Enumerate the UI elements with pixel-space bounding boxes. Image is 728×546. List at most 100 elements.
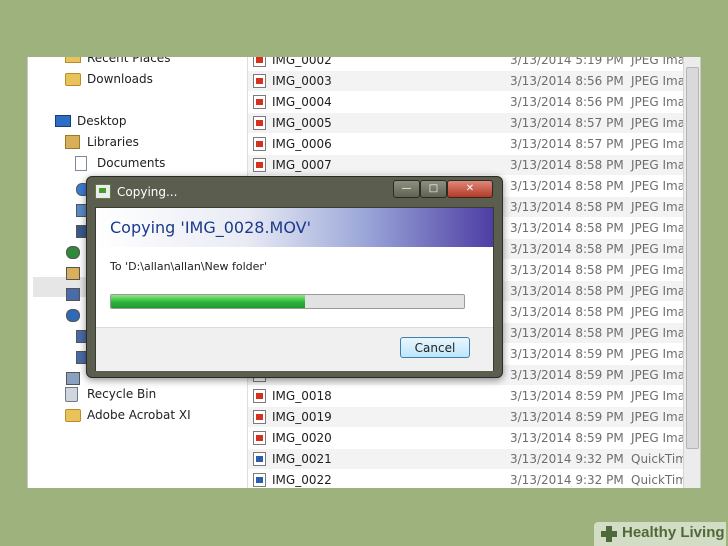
file-type: JPEG Imag — [631, 74, 684, 88]
file-name: IMG_0018 — [272, 389, 332, 403]
health-cross-icon — [601, 526, 617, 542]
file-type: JPEG Imag — [631, 137, 684, 151]
nav-item-label: Desktop — [77, 114, 127, 128]
nav-item-label: Adobe Acrobat XI — [87, 408, 191, 422]
jpeg-file-icon — [253, 57, 266, 67]
minimize-icon: — — [401, 183, 412, 194]
destination-text: To 'D:\allan\allan\New folder' — [110, 260, 267, 273]
file-date: 3/13/2014 9:32 PM — [510, 473, 624, 487]
file-type: JPEG Imag — [631, 431, 684, 445]
copy-dialog-icon — [95, 184, 111, 199]
file-date: 3/13/2014 8:59 PM — [510, 347, 624, 361]
control-panel-icon — [66, 372, 80, 385]
copying-heading: Copying 'IMG_0028.MOV' — [110, 218, 311, 237]
computer-icon — [66, 288, 80, 301]
file-date: 3/13/2014 8:56 PM — [510, 95, 624, 109]
close-icon: ✕ — [465, 183, 475, 194]
file-name: IMG_0007 — [272, 158, 332, 172]
file-date: 3/13/2014 8:58 PM — [510, 242, 624, 256]
homegroup-icon — [66, 246, 80, 259]
watermark: Healthy Living — [594, 522, 726, 546]
user-folder-icon — [66, 267, 80, 280]
file-type: JPEG Imag — [631, 389, 684, 403]
dialog-footer: Cancel — [96, 327, 493, 371]
file-name: IMG_0004 — [272, 95, 332, 109]
file-name: IMG_0020 — [272, 431, 332, 445]
jpeg-file-icon — [253, 74, 266, 88]
jpeg-file-icon — [253, 137, 266, 151]
jpeg-file-icon — [253, 158, 266, 172]
minimize-button[interactable]: — — [393, 180, 420, 198]
file-name: IMG_0005 — [272, 116, 332, 130]
maximize-button[interactable]: □ — [420, 180, 447, 198]
table-row[interactable]: IMG_0007 3/13/2014 8:58 PM JPEG Imag — [248, 155, 684, 175]
file-type: JPEG Imag — [631, 326, 684, 340]
jpeg-file-icon — [253, 431, 266, 445]
recycle-bin-icon — [65, 387, 78, 402]
file-date: 3/13/2014 8:59 PM — [510, 389, 624, 403]
file-type: JPEG Imag — [631, 305, 684, 319]
table-row[interactable]: IMG_0021 3/13/2014 9:32 PM QuickTim — [248, 449, 684, 469]
file-date: 3/13/2014 8:59 PM — [510, 431, 624, 445]
maximize-icon: □ — [428, 183, 439, 194]
libraries-icon — [65, 135, 80, 149]
file-type: JPEG Imag — [631, 347, 684, 361]
table-row[interactable]: IMG_0020 3/13/2014 8:59 PM JPEG Imag — [248, 428, 684, 448]
file-type: JPEG Imag — [631, 57, 684, 67]
table-row[interactable]: IMG_0018 3/13/2014 8:59 PM JPEG Imag — [248, 386, 684, 406]
scrollbar-thumb[interactable] — [686, 67, 699, 449]
file-date: 3/13/2014 8:58 PM — [510, 263, 624, 277]
nav-item-label: Downloads — [87, 72, 153, 86]
file-name: IMG_0021 — [272, 452, 332, 466]
file-name: IMG_0019 — [272, 410, 332, 424]
nav-item-label: Recent Places — [87, 57, 171, 65]
network-icon — [66, 309, 80, 322]
table-row[interactable]: IMG_0004 3/13/2014 8:56 PM JPEG Imag — [248, 92, 684, 112]
nav-item-label: Documents — [97, 156, 166, 170]
file-type: JPEG Imag — [631, 410, 684, 424]
table-row[interactable]: IMG_0002 3/13/2014 5:19 PM JPEG Imag — [248, 57, 684, 70]
file-type: JPEG Imag — [631, 158, 684, 172]
file-type: JPEG Imag — [631, 116, 684, 130]
file-date: 3/13/2014 8:59 PM — [510, 410, 624, 424]
jpeg-file-icon — [253, 116, 266, 130]
copy-progress-dialog: Copying... — □ ✕ Copying 'IMG_0028.MOV' … — [86, 176, 503, 378]
file-date: 3/13/2014 5:19 PM — [510, 57, 624, 67]
folder-icon — [65, 409, 81, 422]
file-name: IMG_0002 — [272, 57, 332, 67]
file-date: 3/13/2014 8:57 PM — [510, 116, 624, 130]
file-name: IMG_0003 — [272, 74, 332, 88]
vertical-scrollbar[interactable] — [683, 57, 700, 488]
recent-places-icon — [65, 57, 81, 63]
cancel-button[interactable]: Cancel — [400, 337, 470, 358]
file-name: IMG_0006 — [272, 137, 332, 151]
table-row[interactable]: IMG_0022 3/13/2014 9:32 PM QuickTim — [248, 470, 684, 488]
file-date: 3/13/2014 8:58 PM — [510, 326, 624, 340]
file-type: JPEG Imag — [631, 284, 684, 298]
file-name: IMG_0022 — [272, 473, 332, 487]
nav-item-label: Libraries — [87, 135, 139, 149]
file-date: 3/13/2014 8:58 PM — [510, 179, 624, 193]
file-type: QuickTim — [631, 452, 684, 466]
jpeg-file-icon — [253, 95, 266, 109]
file-date: 3/13/2014 8:58 PM — [510, 158, 624, 172]
file-date: 3/13/2014 9:32 PM — [510, 452, 624, 466]
file-type: QuickTim — [631, 473, 684, 487]
downloads-folder-icon — [65, 73, 81, 86]
dialog-content: To 'D:\allan\allan\New folder' — [96, 247, 493, 327]
table-row[interactable]: IMG_0006 3/13/2014 8:57 PM JPEG Imag — [248, 134, 684, 154]
table-row[interactable]: IMG_0019 3/13/2014 8:59 PM JPEG Imag — [248, 407, 684, 427]
nav-item-label: Recycle Bin — [87, 387, 157, 401]
table-row[interactable]: IMG_0005 3/13/2014 8:57 PM JPEG Imag — [248, 113, 684, 133]
jpeg-file-icon — [253, 389, 266, 403]
file-date: 3/13/2014 8:57 PM — [510, 137, 624, 151]
dialog-banner: Copying 'IMG_0028.MOV' — [96, 208, 493, 247]
table-row[interactable]: IMG_0003 3/13/2014 8:56 PM JPEG Imag — [248, 71, 684, 91]
progress-bar — [110, 294, 465, 309]
file-type: JPEG Imag — [631, 200, 684, 214]
progress-bar-fill — [111, 295, 306, 308]
file-date: 3/13/2014 8:58 PM — [510, 221, 624, 235]
documents-icon — [75, 156, 87, 171]
file-date: 3/13/2014 8:58 PM — [510, 284, 624, 298]
close-button[interactable]: ✕ — [447, 180, 493, 198]
